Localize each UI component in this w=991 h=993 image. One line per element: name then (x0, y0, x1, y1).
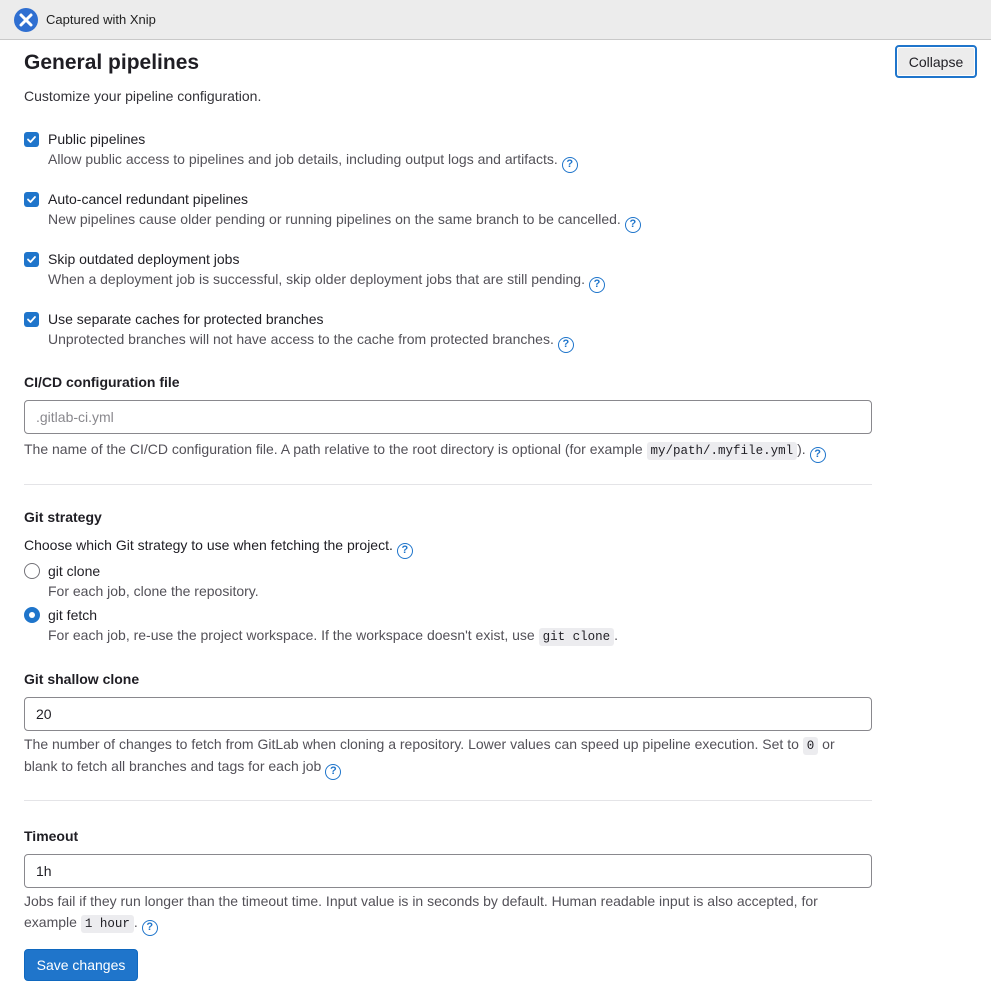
git-strategy-description: Choose which Git strategy to use when fe… (24, 537, 413, 559)
skip-outdated-help-text: When a deployment job is successful, ski… (48, 271, 585, 287)
public-pipelines-label[interactable]: Public pipelines (48, 131, 145, 147)
ci-config-help-tail: ). (797, 441, 806, 457)
question-icon[interactable]: ? (396, 543, 413, 559)
git-clone-code: git clone (538, 628, 615, 646)
git-fetch-label[interactable]: git fetch (48, 607, 97, 623)
ci-config-example-code: my/path/.myfile.yml (646, 442, 798, 460)
shallow-clone-help-text: The number of changes to fetch from GitL… (24, 736, 799, 752)
question-icon[interactable]: ? (561, 157, 578, 173)
shallow-clone-help-line2: blank to fetch all branches and tags for… (24, 758, 342, 780)
shallow-clone-help-or: or (822, 736, 835, 752)
skip-outdated-label[interactable]: Skip outdated deployment jobs (48, 251, 239, 267)
shallow-clone-help-line2-text: blank to fetch all branches and tags for… (24, 758, 322, 774)
shallow-clone-input[interactable] (24, 697, 872, 731)
timeout-input[interactable] (24, 854, 872, 888)
git-strategy-title: Git strategy (24, 509, 102, 525)
timeout-title: Timeout (24, 828, 79, 844)
separate-caches-help-text: Unprotected branches will not have acces… (48, 331, 554, 347)
question-icon[interactable]: ? (809, 447, 826, 463)
timeout-help-line1: Jobs fail if they run longer than the ti… (24, 893, 818, 909)
window-titlebar: Captured with Xnip (0, 0, 991, 40)
git-strategy-description-text: Choose which Git strategy to use when fe… (24, 537, 393, 553)
window-title: Captured with Xnip (46, 12, 156, 27)
timeout-help-tail: . (133, 914, 138, 930)
skip-outdated-checkbox[interactable] (24, 252, 39, 267)
auto-cancel-label[interactable]: Auto-cancel redundant pipelines (48, 191, 248, 207)
ci-config-help: The name of the CI/CD configuration file… (24, 441, 826, 463)
divider (24, 484, 872, 485)
separate-caches-help: Unprotected branches will not have acces… (48, 331, 574, 353)
divider (24, 800, 872, 801)
timeout-help-example: example (24, 914, 77, 930)
ci-config-help-text: The name of the CI/CD configuration file… (24, 441, 643, 457)
public-pipelines-help: Allow public access to pipelines and job… (48, 151, 578, 173)
auto-cancel-help-text: New pipelines cause older pending or run… (48, 211, 621, 227)
ci-config-input[interactable] (24, 400, 872, 434)
git-clone-help: For each job, clone the repository. (48, 583, 259, 599)
timeout-help-line2: example 1 hour.? (24, 914, 158, 936)
git-clone-radio[interactable] (24, 563, 40, 579)
save-changes-button[interactable]: Save changes (24, 949, 138, 981)
section-description: Customize your pipeline configuration. (24, 88, 262, 104)
public-pipelines-checkbox[interactable] (24, 132, 39, 147)
question-icon[interactable]: ? (624, 217, 641, 233)
question-icon[interactable]: ? (141, 920, 158, 936)
shallow-clone-help-line1: The number of changes to fetch from GitL… (24, 736, 835, 755)
git-clone-label[interactable]: git clone (48, 563, 100, 579)
git-fetch-help-text: For each job, re-use the project workspa… (48, 627, 535, 643)
check-icon (27, 136, 36, 143)
collapse-button[interactable]: Collapse (895, 45, 977, 78)
zero-code: 0 (802, 737, 819, 755)
auto-cancel-help: New pipelines cause older pending or run… (48, 211, 641, 233)
git-fetch-help: For each job, re-use the project workspa… (48, 627, 618, 646)
check-icon (27, 316, 36, 323)
check-icon (27, 196, 36, 203)
xnip-logo-icon (14, 8, 38, 32)
separate-caches-label[interactable]: Use separate caches for protected branch… (48, 311, 324, 327)
page-title: General pipelines (24, 51, 200, 74)
separate-caches-checkbox[interactable] (24, 312, 39, 327)
question-icon[interactable]: ? (557, 337, 574, 353)
question-icon[interactable]: ? (325, 764, 342, 780)
check-icon (27, 256, 36, 263)
git-fetch-radio[interactable] (24, 607, 40, 623)
shallow-clone-title: Git shallow clone (24, 671, 140, 687)
auto-cancel-checkbox[interactable] (24, 192, 39, 207)
public-pipelines-help-text: Allow public access to pipelines and job… (48, 151, 558, 167)
git-fetch-help-tail: . (614, 627, 618, 643)
one-hour-code: 1 hour (80, 915, 134, 933)
skip-outdated-help: When a deployment job is successful, ski… (48, 271, 605, 293)
question-icon[interactable]: ? (588, 277, 605, 293)
ci-config-title: CI/CD configuration file (24, 374, 180, 390)
